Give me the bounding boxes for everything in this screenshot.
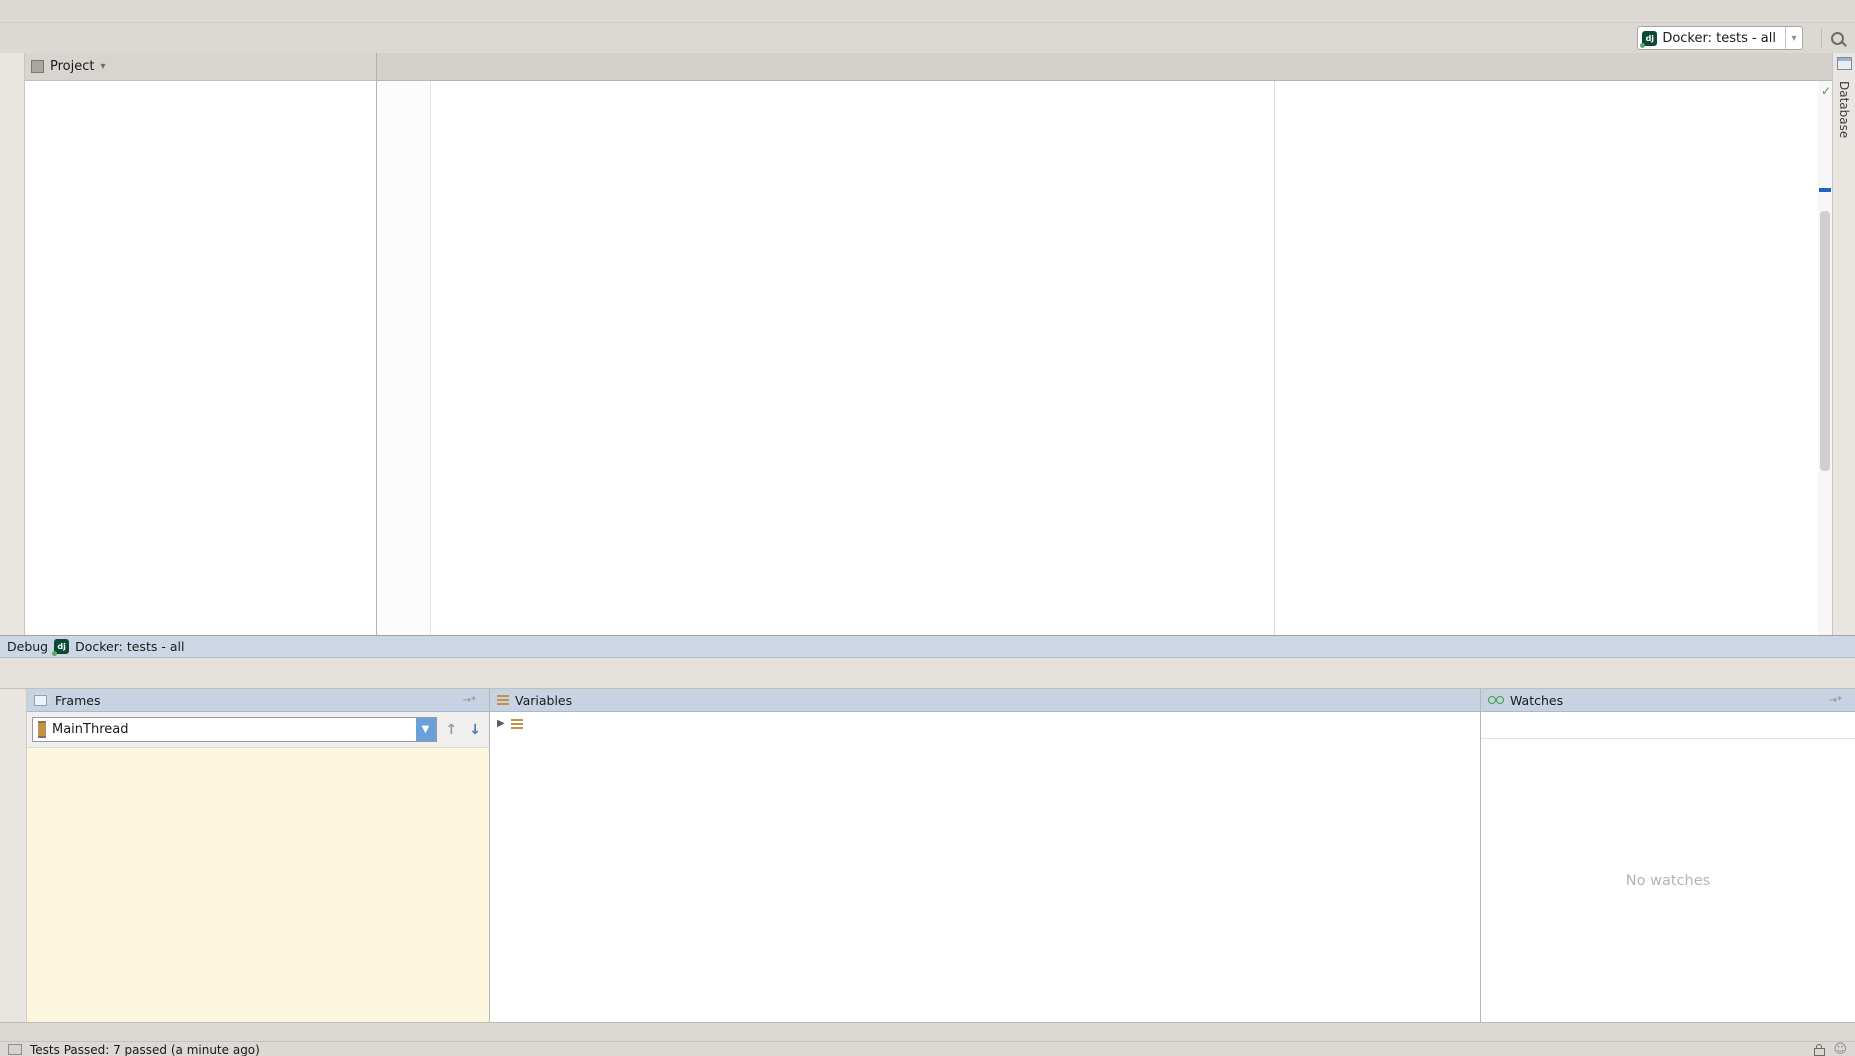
search-everywhere-icon[interactable] — [1831, 32, 1844, 45]
watches-empty-text: No watches — [1481, 739, 1855, 1023]
project-panel-title: Project — [50, 59, 94, 74]
project-panel-header: Project ▾ — [25, 53, 376, 81]
variable-icon — [511, 719, 523, 729]
frames-panel-header: Frames →* — [27, 689, 489, 712]
toolwindow-switcher-icon[interactable] — [8, 1044, 22, 1055]
database-icon — [1837, 57, 1852, 70]
tab-database[interactable]: Database — [1834, 75, 1854, 144]
watches-icon — [1488, 696, 1504, 704]
code-editor[interactable] — [377, 81, 1818, 635]
debug-left-toolbar — [0, 689, 27, 1023]
main-area: Project ▾ ✓ Database — [0, 53, 1855, 635]
navigation-bar: dj Docker: tests - all ▾ — [0, 22, 1855, 54]
thread-selector-row: MainThread ▼ ↑ ↓ — [27, 712, 489, 748]
watches-panel-header: Watches →* — [1481, 689, 1855, 712]
variables-panel-title: Variables — [515, 693, 572, 708]
frames-panel: Frames →* MainThread ▼ ↑ ↓ — [27, 689, 490, 1023]
thread-icon — [38, 721, 46, 738]
watches-toolbar — [1481, 712, 1855, 739]
variables-panel-header: Variables — [490, 689, 1480, 712]
debug-tab-bar — [0, 658, 1855, 689]
status-bar: Tests Passed: 7 passed (a minute ago) ☺ — [0, 1041, 1855, 1056]
chevron-down-icon[interactable]: ▼ — [416, 718, 436, 741]
scrollbar-execution-mark — [1819, 188, 1831, 192]
toolbar-separator — [1821, 29, 1822, 47]
right-tool-stripe: Database — [1832, 53, 1855, 635]
django-icon: dj — [54, 639, 69, 654]
run-config-label: Docker: tests - all — [1662, 31, 1780, 46]
lock-icon[interactable] — [1814, 1048, 1825, 1056]
project-tool-window: Project ▾ — [25, 53, 377, 635]
thread-select[interactable]: MainThread ▼ — [32, 717, 437, 742]
debug-panel-header: Debug dj Docker: tests - all — [0, 636, 1855, 658]
main-toolbar: dj Docker: tests - all ▾ — [1637, 26, 1847, 50]
inspection-ok-icon[interactable]: ✓ — [1821, 84, 1831, 98]
debug-tool-window: Debug dj Docker: tests - all Frames →* — [0, 635, 1855, 1023]
project-tree — [25, 81, 376, 635]
debug-panel-body: Frames →* MainThread ▼ ↑ ↓ — [0, 689, 1855, 1023]
debug-config-label: Docker: tests - all — [75, 639, 184, 654]
thread-label: MainThread — [52, 722, 410, 737]
frame-down-button[interactable]: ↓ — [466, 722, 484, 738]
frames-icon — [34, 695, 47, 706]
debug-panel-title: Debug — [7, 639, 48, 654]
left-tool-stripe — [0, 53, 25, 635]
pycharm-window: dj Docker: tests - all ▾ Project ▾ — [0, 0, 1855, 1056]
chevron-down-icon[interactable]: ▾ — [100, 61, 105, 72]
editor-scrollbar[interactable] — [1818, 81, 1832, 635]
frames-panel-title: Frames — [55, 693, 100, 708]
expand-arrow-icon[interactable]: ▶ — [497, 718, 505, 729]
status-message[interactable]: Tests Passed: 7 passed (a minute ago) — [30, 1043, 260, 1056]
dock-pin-icon[interactable]: →* — [1829, 695, 1842, 706]
editor-area: ✓ — [377, 53, 1832, 635]
scrollbar-thumb[interactable] — [1820, 211, 1830, 471]
variables-icon — [497, 695, 509, 705]
editor-tab-bar — [377, 53, 1832, 81]
frame-list — [27, 748, 489, 1023]
variables-panel: Variables ▶ — [490, 689, 1481, 1023]
watches-panel-title: Watches — [1510, 693, 1563, 708]
django-icon: dj — [1642, 31, 1657, 46]
hector-icon[interactable]: ☺ — [1833, 1042, 1847, 1056]
menu-bar — [0, 0, 1855, 22]
watches-panel: Watches →* No watches — [1481, 689, 1855, 1023]
variable-row[interactable]: ▶ — [490, 712, 1480, 735]
chevron-down-icon[interactable]: ▾ — [1785, 27, 1802, 49]
frame-up-button[interactable]: ↑ — [443, 722, 461, 738]
dock-pin-icon[interactable]: →* — [463, 695, 476, 706]
tool-window-bar — [0, 1022, 1855, 1042]
project-icon — [31, 60, 44, 73]
run-config-select[interactable]: dj Docker: tests - all ▾ — [1637, 26, 1803, 50]
